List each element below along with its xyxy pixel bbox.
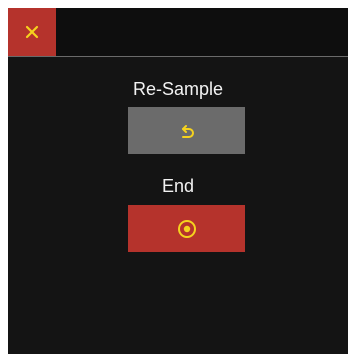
resample-label: Re-Sample [132,79,224,99]
end-label: End [161,176,195,196]
record-target-icon [177,219,197,239]
top-bar [8,8,348,57]
resample-button[interactable] [128,107,245,154]
close-button[interactable] [8,8,56,56]
undo-arrow-icon [178,122,196,140]
end-button[interactable] [128,205,245,252]
app-screen: Re-Sample End [8,8,348,354]
close-icon [25,25,39,39]
